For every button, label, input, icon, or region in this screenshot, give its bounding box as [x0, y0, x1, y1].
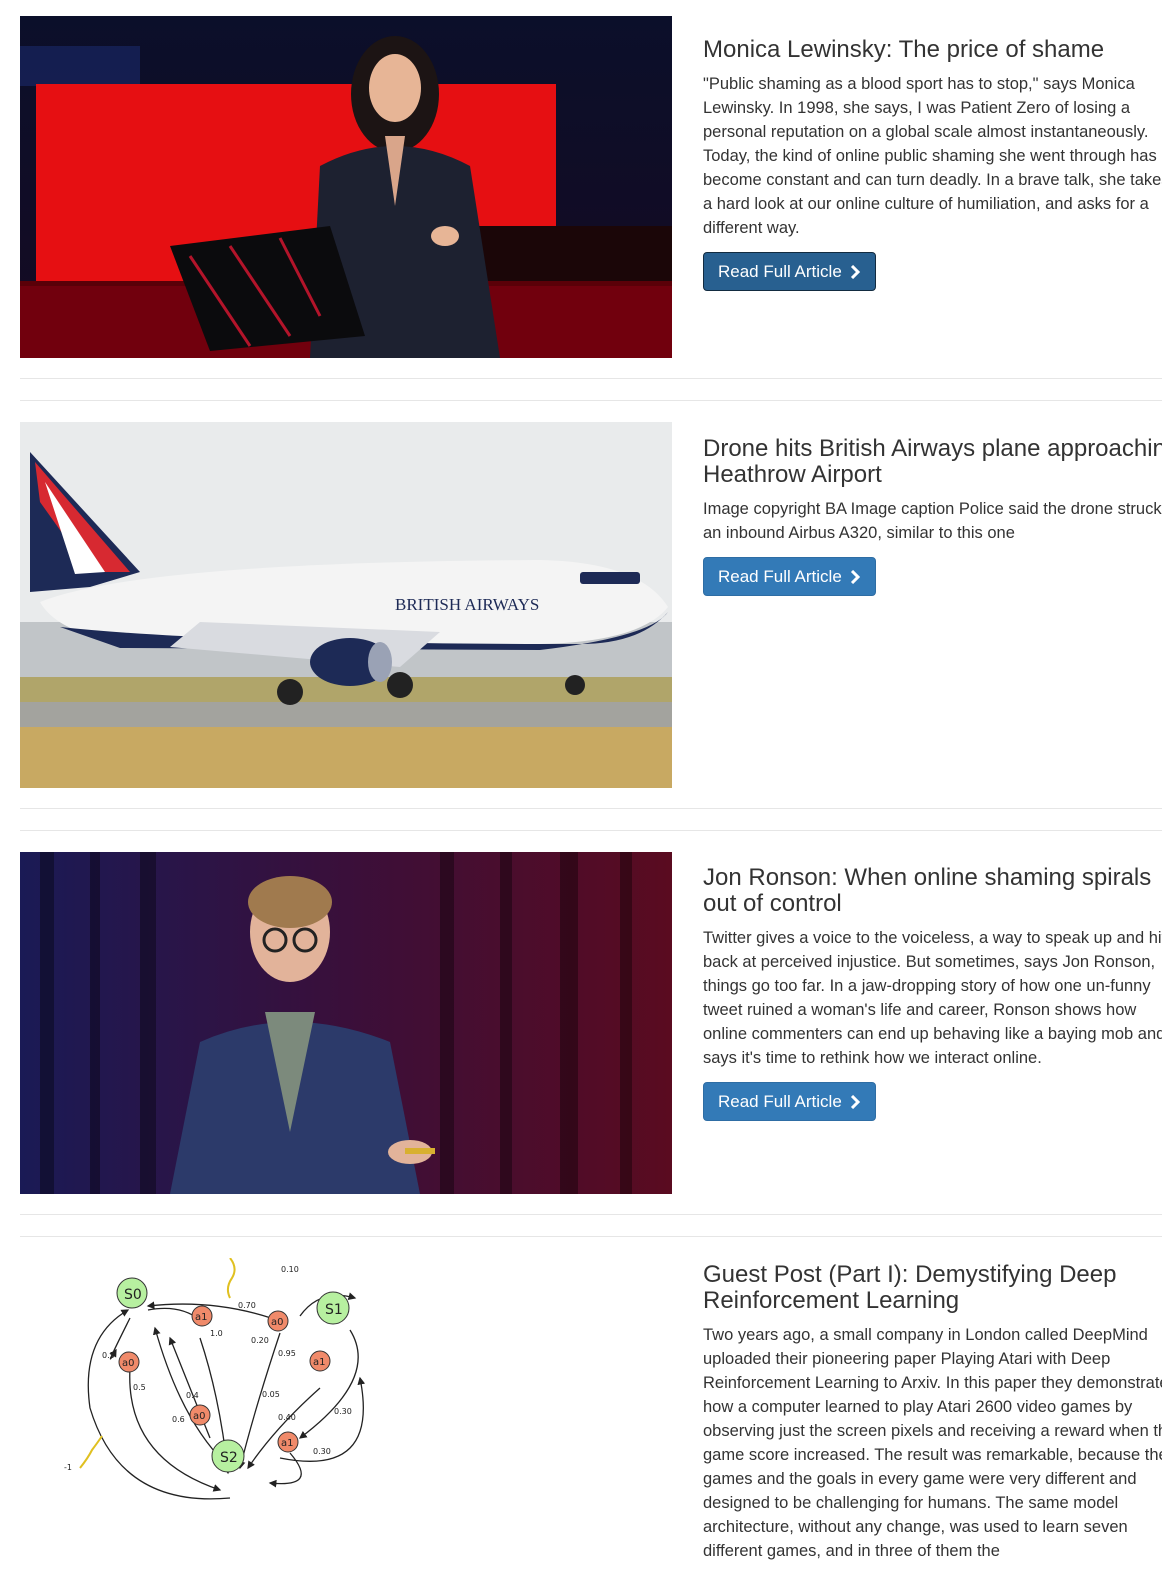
- article-image[interactable]: [20, 16, 672, 358]
- read-full-article-button[interactable]: Read Full Article: [703, 557, 876, 596]
- action-node: a1: [191, 1305, 213, 1327]
- svg-text:1.0: 1.0: [210, 1329, 223, 1338]
- state-node: S1: [316, 1291, 350, 1325]
- airplane-photo: BRITISH AIRWAYS: [20, 422, 672, 788]
- svg-text:0.30: 0.30: [313, 1447, 331, 1456]
- speaker-photo: [20, 852, 672, 1194]
- article-card: BRITISH AIRWAYS Drone hits British Airwa…: [20, 422, 1162, 788]
- article-description: Two years ago, a small company in London…: [703, 1326, 1162, 1560]
- article-feed: Monica Lewinsky: The price of shame "Pub…: [0, 0, 1162, 1590]
- svg-text:a1: a1: [313, 1357, 326, 1368]
- read-full-article-button[interactable]: Read Full Article: [703, 1082, 876, 1121]
- svg-text:a0: a0: [122, 1358, 135, 1369]
- svg-text:0.05: 0.05: [262, 1390, 280, 1399]
- button-label: Read Full Article: [718, 566, 842, 586]
- svg-text:0.95: 0.95: [278, 1349, 296, 1358]
- article-content: Guest Post (Part I): Demystifying Deep R…: [703, 1258, 1162, 1563]
- article-title[interactable]: Jon Ronson: When online shaming spirals …: [703, 865, 1162, 917]
- read-full-article-button[interactable]: Read Full Article: [703, 252, 876, 291]
- svg-text:0.4: 0.4: [186, 1391, 199, 1400]
- svg-text:0.5: 0.5: [133, 1383, 146, 1392]
- svg-text:a1: a1: [281, 1438, 294, 1449]
- divider: [20, 1236, 1162, 1237]
- svg-text:0.30: 0.30: [334, 1407, 352, 1416]
- svg-text:0.40: 0.40: [278, 1413, 296, 1422]
- svg-text:-1: -1: [64, 1463, 72, 1472]
- svg-text:S1: S1: [325, 1302, 343, 1318]
- article-image[interactable]: BRITISH AIRWAYS: [20, 422, 672, 788]
- divider: [20, 378, 1162, 379]
- svg-text:0.6: 0.6: [172, 1415, 185, 1424]
- speaker-photo: [20, 16, 672, 358]
- article-title[interactable]: Drone hits British Airways plane approac…: [703, 436, 1162, 488]
- article-card: S0 S1 S2 a1 a0 a0 a1 a0 a1 -1 0.10 0.70 …: [20, 1258, 1162, 1590]
- chevron-right-icon: [850, 569, 860, 584]
- state-node: S2: [211, 1439, 245, 1473]
- action-node: a1: [309, 1350, 331, 1372]
- state-node: S0: [116, 1277, 148, 1309]
- mdp-diagram: S0 S1 S2 a1 a0 a0 a1 a0 a1 -1 0.10 0.70 …: [64, 1258, 366, 1500]
- svg-text:0.70: 0.70: [238, 1301, 256, 1310]
- action-node: a0: [118, 1351, 140, 1373]
- divider: [20, 830, 1162, 831]
- svg-text:S0: S0: [124, 1287, 142, 1303]
- article-description: Twitter gives a voice to the voiceless, …: [703, 929, 1162, 1067]
- svg-text:0.10: 0.10: [281, 1265, 299, 1274]
- chevron-right-icon: [850, 1094, 860, 1109]
- svg-text:a1: a1: [195, 1312, 208, 1323]
- article-content: Jon Ronson: When online shaming spirals …: [703, 852, 1162, 1121]
- button-label: Read Full Article: [718, 261, 842, 281]
- article-image[interactable]: [20, 852, 672, 1194]
- svg-text:S2: S2: [220, 1450, 238, 1466]
- action-node: a1: [277, 1431, 299, 1453]
- article-card: Monica Lewinsky: The price of shame "Pub…: [20, 16, 1162, 358]
- svg-text:0.5: 0.5: [102, 1351, 115, 1360]
- article-card: Jon Ronson: When online shaming spirals …: [20, 852, 1162, 1194]
- action-node: a0: [189, 1404, 211, 1426]
- divider: [20, 400, 1162, 401]
- article-description: "Public shaming as a blood sport has to …: [703, 75, 1162, 237]
- article-title[interactable]: Monica Lewinsky: The price of shame: [703, 37, 1162, 63]
- article-description: Image copyright BA Image caption Police …: [703, 500, 1162, 542]
- svg-text:a0: a0: [271, 1317, 284, 1328]
- divider: [20, 1214, 1162, 1215]
- article-title[interactable]: Guest Post (Part I): Demystifying Deep R…: [703, 1262, 1162, 1314]
- airline-livery-text: BRITISH AIRWAYS: [395, 595, 539, 614]
- chevron-right-icon: [850, 264, 860, 279]
- button-label: Read Full Article: [718, 1091, 842, 1111]
- divider: [20, 808, 1162, 809]
- article-content: Drone hits British Airways plane approac…: [703, 422, 1162, 596]
- article-content: Monica Lewinsky: The price of shame "Pub…: [703, 16, 1162, 291]
- svg-text:0.20: 0.20: [251, 1336, 269, 1345]
- svg-text:a0: a0: [193, 1411, 206, 1422]
- article-image[interactable]: S0 S1 S2 a1 a0 a0 a1 a0 a1 -1 0.10 0.70 …: [20, 1258, 672, 1590]
- action-node: a0: [267, 1310, 289, 1332]
